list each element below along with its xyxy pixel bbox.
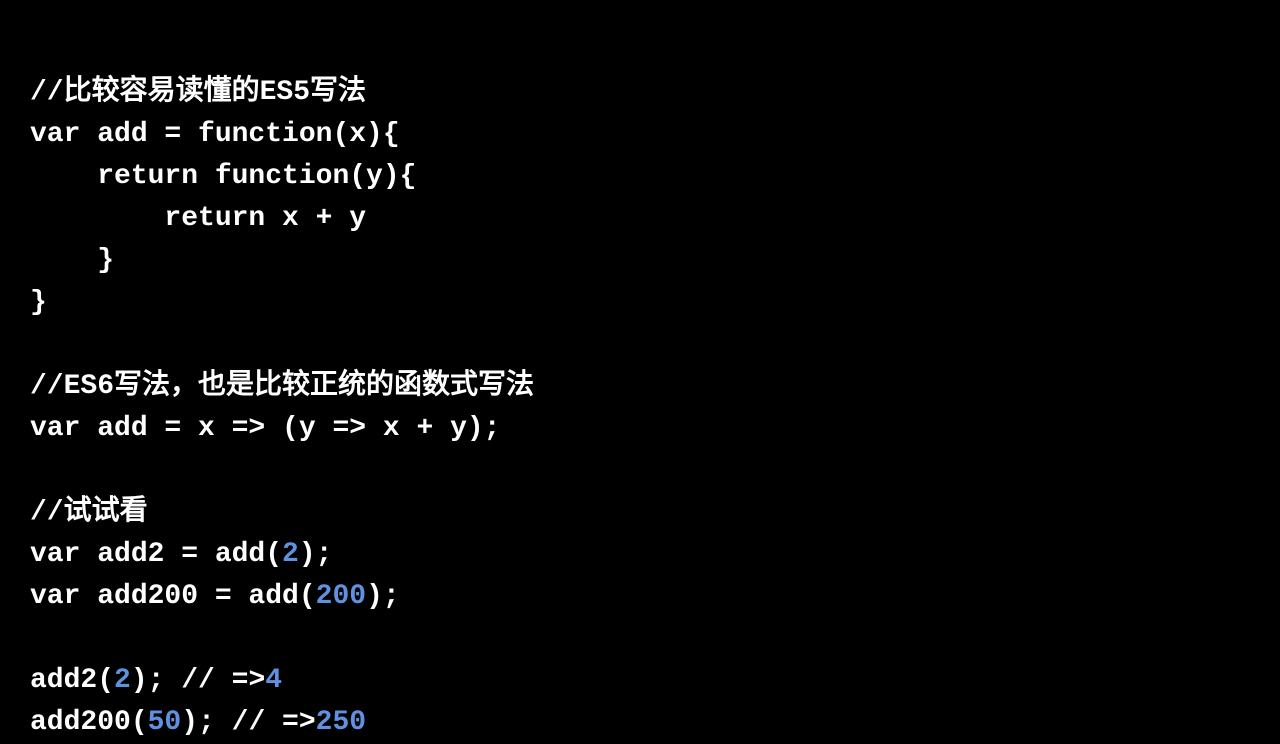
number-literal: 250 bbox=[316, 707, 366, 738]
code-line: var add200 = add(200); bbox=[30, 581, 400, 612]
comment-try: //试试看 bbox=[30, 497, 148, 528]
code-text: ); bbox=[366, 581, 400, 612]
code-line: return x + y bbox=[30, 203, 366, 234]
number-literal: 2 bbox=[282, 539, 299, 570]
code-text: ); bbox=[299, 539, 333, 570]
code-line: var add = function(x){ bbox=[30, 119, 400, 150]
code-line: return function(y){ bbox=[30, 161, 416, 192]
blank-line bbox=[30, 329, 47, 360]
blank-line bbox=[30, 455, 47, 486]
code-text: add2( bbox=[30, 665, 114, 696]
number-literal: 50 bbox=[148, 707, 182, 738]
code-text: ); // => bbox=[131, 665, 265, 696]
number-literal: 4 bbox=[265, 665, 282, 696]
code-line: var add2 = add(2); bbox=[30, 539, 332, 570]
code-editor: //比较容易读懂的ES5写法 var add = function(x){ re… bbox=[30, 30, 1250, 744]
code-line: add2(2); // =>4 bbox=[30, 665, 282, 696]
code-text: add200( bbox=[30, 707, 148, 738]
number-literal: 200 bbox=[316, 581, 366, 612]
number-literal: 2 bbox=[114, 665, 131, 696]
code-text: var add200 = add( bbox=[30, 581, 316, 612]
code-line: } bbox=[30, 287, 47, 318]
code-line: add200(50); // =>250 bbox=[30, 707, 366, 738]
code-text: ); // => bbox=[181, 707, 315, 738]
blank-line bbox=[30, 623, 47, 654]
comment-es5: //比较容易读懂的ES5写法 bbox=[30, 77, 366, 108]
code-line: } bbox=[30, 245, 114, 276]
code-text: var add2 = add( bbox=[30, 539, 282, 570]
comment-es6: //ES6写法，也是比较正统的函数式写法 bbox=[30, 371, 534, 402]
code-line: var add = x => (y => x + y); bbox=[30, 413, 500, 444]
